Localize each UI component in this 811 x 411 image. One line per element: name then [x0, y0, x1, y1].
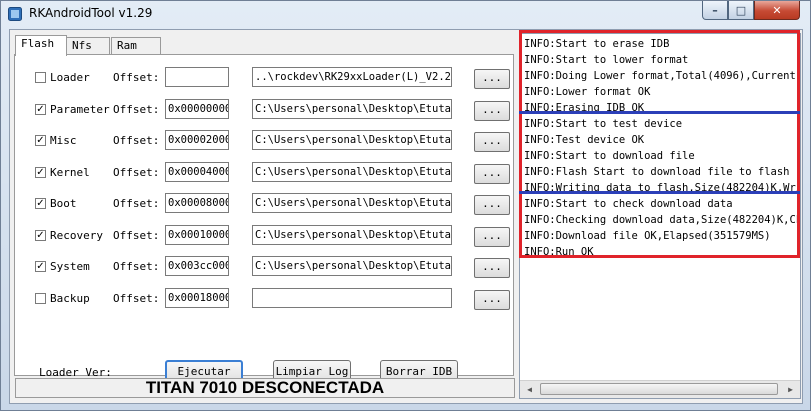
partition-checkbox[interactable]: ✓	[35, 135, 46, 146]
app-icon	[8, 7, 22, 21]
offset-label: Offset:	[113, 197, 160, 210]
log-line: INFO:Start to check download data	[524, 198, 733, 210]
horizontal-scrollbar[interactable]: ◀ ▶	[520, 380, 800, 398]
partition-label: Misc	[50, 134, 77, 147]
log-line: INFO:Erasing IDB OK	[524, 102, 645, 114]
offset-label: Offset:	[113, 103, 160, 116]
partition-checkbox[interactable]: ✓	[35, 198, 46, 209]
browse-button[interactable]: ...	[474, 290, 510, 310]
partition-checkbox[interactable]	[35, 293, 46, 304]
browse-button[interactable]: ...	[474, 101, 510, 121]
log-line: INFO:Writing data to flash,Size(482204)K…	[524, 182, 800, 194]
partition-label: Backup	[50, 292, 90, 305]
file-path-input[interactable]: C:\Users\personal\Desktop\Etutam	[252, 256, 452, 276]
offset-input[interactable]: 0x00018000	[165, 288, 229, 308]
tab-nfs[interactable]: Nfs	[66, 37, 110, 55]
scroll-right-icon[interactable]: ▶	[782, 382, 799, 397]
file-path-input[interactable]: C:\Users\personal\Desktop\Etutam	[252, 130, 452, 150]
client-area: Flash Nfs Ram Loader Offset: ..\rockdev\RK…	[9, 29, 803, 404]
browse-button[interactable]: ...	[474, 227, 510, 247]
log-line: INFO:Checking download data,Size(482204)…	[524, 214, 801, 226]
log-line: INFO:Run OK	[524, 246, 594, 258]
log-line: INFO:Start to test device	[524, 118, 683, 130]
log-line: INFO:Lower format OK	[524, 86, 651, 98]
window-title: RKAndroidTool v1.29	[29, 6, 153, 20]
offset-label: Offset:	[113, 71, 160, 84]
partition-checkbox[interactable]	[35, 72, 46, 83]
file-path-input[interactable]: C:\Users\personal\Desktop\Etutam	[252, 162, 452, 182]
log-line: INFO:Test device OK	[524, 134, 645, 146]
offset-input[interactable]: 0x00000000	[165, 99, 229, 119]
minimize-button[interactable]: –	[702, 1, 728, 20]
partition-label: System	[50, 260, 90, 273]
browse-button[interactable]: ...	[474, 69, 510, 89]
partition-row-loader: Loader Offset: ..\rockdev\RK29xxLoader(L)_…	[15, 67, 515, 91]
log-line: INFO:Start to lower format	[524, 54, 689, 66]
log-panel[interactable]: INFO:Start to erase IDB INFO:Start to low…	[519, 33, 801, 399]
log-line: INFO:Doing Lower format,Total(4096),Curr…	[524, 70, 800, 82]
app-window: RKAndroidTool v1.29 – □ ✕ Flash Nfs Ram …	[0, 0, 811, 411]
partition-row-kernel: ✓ Kernel Offset: 0x00004000 C:\Users\persona…	[15, 162, 515, 186]
file-path-input[interactable]: ..\rockdev\RK29xxLoader(L)_V2.28.	[252, 67, 452, 87]
maximize-button[interactable]: □	[728, 1, 754, 20]
browse-button[interactable]: ...	[474, 164, 510, 184]
partition-row-parameter: ✓ Parameter Offset: 0x00000000 C:\Users\pers…	[15, 99, 515, 123]
partition-row-misc: ✓ Misc Offset: 0x00002000 C:\Users\personal\…	[15, 130, 515, 154]
offset-label: Offset:	[113, 260, 160, 273]
partition-row-boot: ✓ Boot Offset: 0x00008000 C:\Users\personal\…	[15, 193, 515, 217]
scroll-left-icon[interactable]: ◀	[521, 382, 538, 397]
partition-checkbox[interactable]: ✓	[35, 104, 46, 115]
offset-input[interactable]	[165, 67, 229, 87]
partition-checkbox[interactable]: ✓	[35, 230, 46, 241]
title-bar[interactable]: RKAndroidTool v1.29 – □ ✕	[1, 1, 810, 29]
browse-button[interactable]: ...	[474, 132, 510, 152]
browse-button[interactable]: ...	[474, 195, 510, 215]
partition-label: Boot	[50, 197, 77, 210]
scrollbar-thumb[interactable]	[540, 383, 778, 395]
log-line: INFO:Download file OK,Elapsed(351579MS)	[524, 230, 771, 242]
file-path-input[interactable]	[252, 288, 452, 308]
tab-flash[interactable]: Flash	[15, 35, 67, 56]
offset-input[interactable]: 0x00004000	[165, 162, 229, 182]
partition-label: Loader	[50, 71, 90, 84]
partition-label: Kernel	[50, 166, 90, 179]
file-path-input[interactable]: C:\Users\personal\Desktop\Etutam	[252, 225, 452, 245]
log-line: INFO:Flash Start to download file to fla…	[524, 166, 790, 178]
offset-label: Offset:	[113, 166, 160, 179]
file-path-input[interactable]: C:\Users\personal\Desktop\Etutam	[252, 99, 452, 119]
log-line: INFO:Start to download file	[524, 150, 695, 162]
offset-input[interactable]: 0x00002000	[165, 130, 229, 150]
flash-panel: Loader Offset: ..\rockdev\RK29xxLoader(L)_…	[14, 54, 515, 384]
log-line: INFO:Start to erase IDB	[524, 38, 670, 50]
file-path-input[interactable]: C:\Users\personal\Desktop\Etutam	[252, 193, 452, 213]
offset-input[interactable]: 0x00010000	[165, 225, 229, 245]
partition-row-backup: Backup Offset: 0x00018000...	[15, 288, 515, 312]
partition-checkbox[interactable]: ✓	[35, 167, 46, 178]
offset-label: Offset:	[113, 229, 160, 242]
partition-label: Parameter	[50, 103, 110, 116]
offset-input[interactable]: 0x003cc000	[165, 256, 229, 276]
offset-label: Offset:	[113, 292, 160, 305]
partition-row-recovery: ✓ Recovery Offset: 0x00010000 C:\Users\perso…	[15, 225, 515, 249]
browse-button[interactable]: ...	[474, 258, 510, 278]
partition-label: Recovery	[50, 229, 103, 242]
offset-label: Offset:	[113, 134, 160, 147]
close-button[interactable]: ✕	[754, 1, 800, 20]
tab-ram[interactable]: Ram	[111, 37, 161, 55]
partition-row-system: ✓ System Offset: 0x003cc000 C:\Users\persona…	[15, 256, 515, 280]
status-bar: TITAN 7010 DESCONECTADA	[15, 378, 515, 398]
offset-input[interactable]: 0x00008000	[165, 193, 229, 213]
partition-checkbox[interactable]: ✓	[35, 261, 46, 272]
